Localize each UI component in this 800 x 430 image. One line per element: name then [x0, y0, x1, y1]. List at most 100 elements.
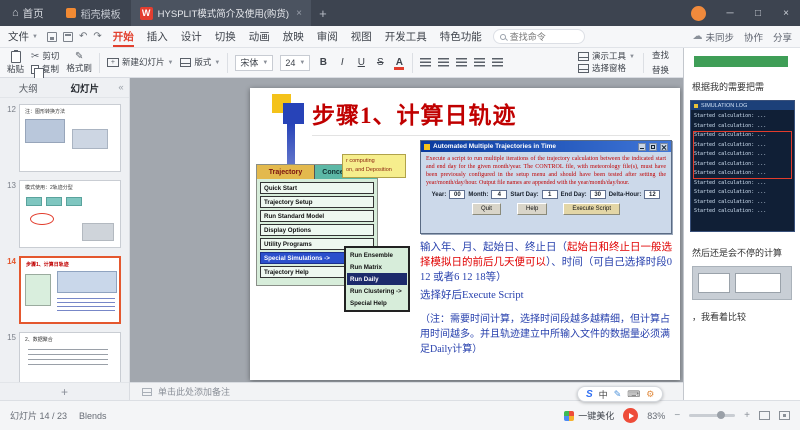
strikethrough-button[interactable]: S: [374, 57, 386, 68]
fit-window-icon[interactable]: [779, 411, 790, 420]
ime-language-icon[interactable]: 中: [599, 388, 608, 401]
dialog-minimize-icon: [638, 143, 646, 151]
ribbon-tab-slideshow[interactable]: 放映: [281, 26, 306, 47]
mini-image: [698, 273, 730, 293]
thumbnail-preview[interactable]: 步骤1、计算日轨迹: [19, 256, 121, 324]
mini-annotation: [30, 213, 54, 225]
ribbon-tab-devtools[interactable]: 开发工具: [383, 26, 429, 47]
ribbon-tab-view[interactable]: 视图: [349, 26, 374, 47]
layout-button[interactable]: 版式 ▼: [180, 58, 220, 67]
hysplit-submenu: Run Ensemble Run Matrix Run Daily Run Cl…: [344, 246, 410, 312]
italic-button[interactable]: I: [336, 57, 348, 68]
zoom-slider-thumb[interactable]: [717, 411, 725, 419]
new-slide-button[interactable]: + 新建幻灯片 ▼: [107, 58, 173, 67]
bullet-list-icon[interactable]: [474, 58, 485, 67]
end-day-field: 30: [590, 190, 606, 199]
font-name-select[interactable]: 宋体 ▼: [235, 55, 273, 71]
command-search[interactable]: [493, 29, 585, 44]
align-center-icon[interactable]: [438, 58, 449, 67]
home-tab[interactable]: ⌂ 首页: [0, 0, 56, 26]
ime-toolbar: S 中 ✎ ⌨ ⚙: [577, 386, 663, 402]
minimize-button[interactable]: ─: [716, 0, 744, 26]
tab-slides[interactable]: 幻灯片: [57, 81, 114, 95]
format-painter-button[interactable]: ✎ 格式刷: [66, 52, 92, 73]
file-menu[interactable]: 文件 ▼: [8, 26, 38, 47]
ribbon-tab-insert[interactable]: 插入: [145, 26, 170, 47]
zoom-out-button[interactable]: −: [674, 410, 680, 421]
align-left-icon[interactable]: [420, 58, 431, 67]
close-button[interactable]: ×: [772, 0, 800, 26]
thumbnail-preview[interactable]: 模式使用：2轨迹分型: [19, 180, 121, 248]
ribbon-tab-design[interactable]: 设计: [179, 26, 204, 47]
redo-icon[interactable]: ↷: [93, 31, 101, 42]
beautify-button[interactable]: 一键美化: [564, 409, 614, 422]
clipboard-icon: [11, 51, 21, 63]
play-icon: [629, 413, 634, 419]
align-right-icon[interactable]: [456, 58, 467, 67]
user-avatar[interactable]: [691, 6, 706, 21]
ime-pen-icon[interactable]: ✎: [614, 389, 622, 400]
collapse-panel-icon[interactable]: «: [113, 82, 129, 93]
mini-text-lines: [28, 349, 108, 369]
share-button[interactable]: 分享: [773, 30, 792, 44]
font-size-select[interactable]: 24 ▼: [280, 55, 310, 71]
undo-icon[interactable]: ↶: [79, 31, 87, 42]
editing-canvas: 步骤1、计算日轨迹 Trajectory Concentration Quick…: [130, 78, 683, 400]
slide-thumbnail-14-selected[interactable]: 14 步骤1、计算日轨迹: [0, 256, 125, 324]
print-icon[interactable]: [63, 32, 73, 42]
new-tab-button[interactable]: +: [311, 6, 335, 21]
collab-button[interactable]: 协作: [744, 30, 763, 44]
month-field: 4: [491, 190, 507, 199]
add-slide-button[interactable]: +: [0, 382, 129, 400]
ribbon-tab-features[interactable]: 特色功能: [438, 26, 484, 47]
slide-title[interactable]: 步骤1、计算日轨迹: [312, 96, 517, 130]
play-slideshow-button[interactable]: [623, 408, 638, 423]
tab-close-icon[interactable]: ×: [296, 8, 302, 19]
save-icon[interactable]: [47, 32, 57, 42]
docer-template-tab[interactable]: 稻壳模板: [56, 0, 131, 26]
thumbnail-preview[interactable]: 2、数据聚合: [19, 332, 121, 382]
tab-outline[interactable]: 大纲: [0, 81, 57, 95]
dialog-icon: [424, 144, 430, 150]
slide-thumbnail-13[interactable]: 13 模式使用：2轨迹分型: [0, 180, 125, 248]
ribbon-tab-transition[interactable]: 切换: [213, 26, 238, 47]
slide-canvas[interactable]: 步骤1、计算日轨迹 Trajectory Concentration Quick…: [250, 88, 680, 380]
slide-thumbnail-15[interactable]: 15 2、数据聚合: [0, 332, 125, 382]
ime-keyboard-icon[interactable]: ⌨: [627, 389, 640, 400]
title-divider: [312, 135, 670, 136]
slide-note-text[interactable]: （注：需要时间计算，选择时间段越多越精细，但计算占用时间越多。并且轨迹建立中所输…: [420, 312, 670, 357]
sync-status[interactable]: ☁ 未同步: [692, 30, 734, 44]
search-input[interactable]: [510, 32, 570, 42]
docer-icon: [66, 8, 76, 18]
copy-button[interactable]: 复制: [31, 65, 59, 74]
cut-button[interactable]: ✂ 剪切: [31, 52, 59, 62]
panel-screenshot: [692, 266, 792, 300]
document-tab-active[interactable]: W HYSPLIT模式简介及使用(购货) ×: [131, 0, 311, 26]
slide-body-text[interactable]: 输入年、月、起始日、终止日（起始日和终止日一般选择模拟日的前后几天便可以）、时间…: [420, 240, 674, 303]
deco-blue-square: [283, 103, 304, 124]
line-spacing-icon[interactable]: [492, 58, 503, 67]
ime-logo-icon[interactable]: S: [586, 389, 593, 400]
ribbon-tab-review[interactable]: 审阅: [315, 26, 340, 47]
underline-button[interactable]: U: [355, 57, 367, 68]
font-color-button[interactable]: A: [393, 57, 405, 68]
present-tools-button[interactable]: 演示工具 ▼: [578, 52, 635, 61]
zoom-in-button[interactable]: +: [744, 410, 750, 421]
menubar: 文件 ▼ ↶ ↷ 开始 插入 设计 切换 动画 放映 审阅 视图 开发工具 特色…: [0, 26, 800, 48]
replace-button[interactable]: 替换: [652, 64, 669, 76]
bold-button[interactable]: B: [317, 57, 329, 68]
search-icon: [500, 34, 506, 40]
ribbon-tab-home[interactable]: 开始: [111, 26, 136, 47]
wps-presentation-window: ⌂ 首页 稻壳模板 W HYSPLIT模式简介及使用(购货) × + ─ □ ×…: [0, 0, 800, 430]
ime-toolbox-icon[interactable]: ⚙: [646, 389, 654, 400]
thumbnail-preview[interactable]: 注：图形转换方法: [19, 104, 121, 172]
ribbon-tab-animation[interactable]: 动画: [247, 26, 272, 47]
find-button[interactable]: 查找: [652, 49, 669, 61]
trajectory-dialog-graphic[interactable]: Automated Multiple Trajectories in Time …: [420, 140, 672, 234]
slide-thumbnail-12[interactable]: 12 注：图形转换方法: [0, 104, 125, 172]
normal-view-icon[interactable]: [759, 411, 770, 420]
selection-pane-button[interactable]: 选择窗格: [578, 64, 635, 73]
maximize-button[interactable]: □: [744, 0, 772, 26]
zoom-slider[interactable]: [689, 414, 735, 417]
paste-button[interactable]: 粘贴: [7, 51, 24, 74]
